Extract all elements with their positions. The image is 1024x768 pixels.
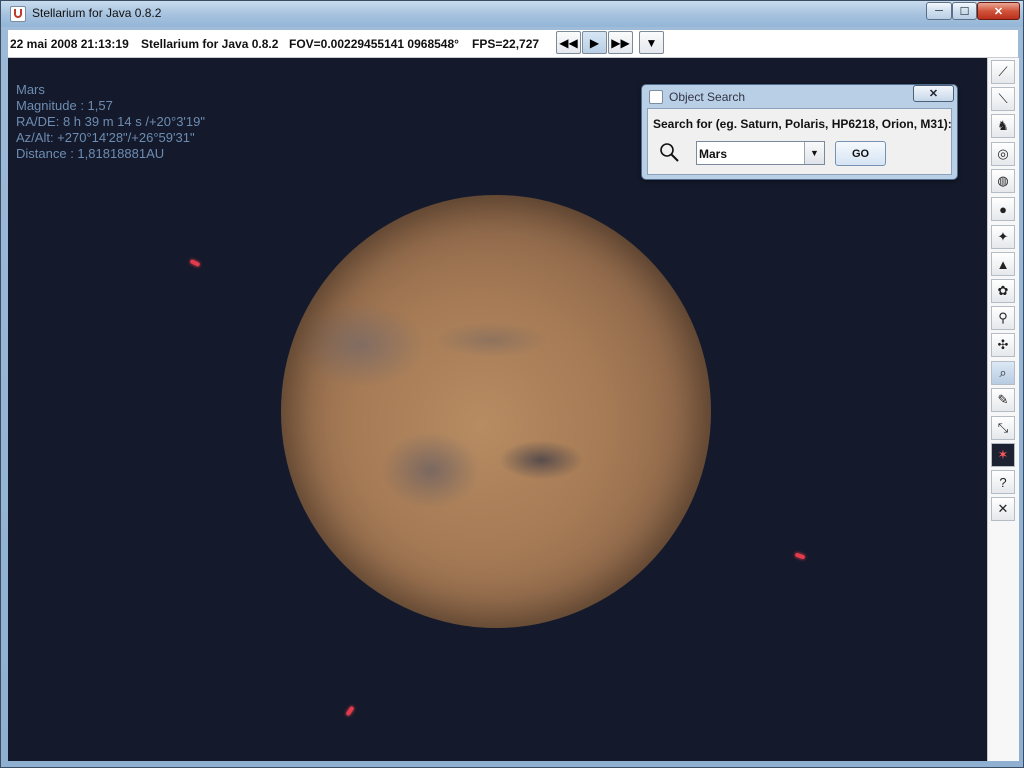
realtime-button[interactable]: ▼ bbox=[639, 31, 664, 54]
time-play-button[interactable]: ▶ bbox=[582, 31, 607, 54]
chevron-down-icon[interactable]: ▼ bbox=[804, 142, 824, 164]
constellation-names-icon[interactable]: ⟍ bbox=[991, 87, 1015, 111]
fullscreen-icon[interactable]: ✣ bbox=[991, 333, 1015, 357]
object-radec: RA/DE: 8 h 39 m 14 s /+20°3'19" bbox=[16, 114, 205, 129]
telescope-icon[interactable]: ⚲ bbox=[991, 306, 1015, 330]
datetime-label: 22 mai 2008 21:13:19 bbox=[10, 37, 129, 51]
config-icon[interactable]: ✎ bbox=[991, 388, 1015, 412]
search-input[interactable]: Mars bbox=[699, 147, 727, 161]
object-search-dialog: Object Search ✕ Search for (eg. Saturn, … bbox=[641, 84, 958, 180]
minimize-button[interactable]: ─ bbox=[926, 2, 952, 20]
help-icon[interactable]: ? bbox=[991, 470, 1015, 494]
status-toolbar: 22 mai 2008 21:13:19 Stellarium for Java… bbox=[8, 30, 1018, 58]
night-mode-icon[interactable]: ✶ bbox=[991, 443, 1015, 467]
window-title: Stellarium for Java 0.8.2 bbox=[32, 6, 162, 20]
ground-icon[interactable]: ● bbox=[991, 197, 1015, 221]
close-button[interactable]: ✕ bbox=[977, 2, 1020, 20]
dialog-title: Object Search bbox=[669, 90, 746, 104]
moon-marker[interactable] bbox=[794, 552, 806, 560]
nebulae-icon[interactable]: ✿ bbox=[991, 279, 1015, 303]
object-azalt: Az/Alt: +270°14'28"/+26°59'31" bbox=[16, 130, 195, 145]
quit-icon[interactable]: ✕ bbox=[991, 497, 1015, 521]
mars-planet[interactable] bbox=[281, 195, 711, 628]
fps-label: FPS=22,727 bbox=[472, 37, 540, 51]
sidebar-toolbar: ⟋ ⟍ ♞ ◎ ◍ ● ✦ ▲ ✿ ⚲ ✣ ⌕ ✎ ⤡ ✶? ✕ bbox=[987, 58, 1019, 761]
java-cup-icon bbox=[649, 90, 663, 104]
object-info: Mars Magnitude : 1,57 RA/DE: 8 h 39 m 14… bbox=[16, 82, 205, 162]
object-magnitude: Magnitude : 1,57 bbox=[16, 98, 113, 113]
search-combobox[interactable]: Mars ▼ bbox=[696, 141, 825, 165]
equatorial-grid-icon[interactable]: ◍ bbox=[991, 169, 1015, 193]
object-distance: Distance : 1,81818881AU bbox=[16, 146, 165, 161]
dialog-body: Search for (eg. Saturn, Polaris, HP6218,… bbox=[647, 108, 952, 175]
maximize-button[interactable]: ☐ bbox=[952, 2, 977, 20]
moon-marker[interactable] bbox=[345, 705, 355, 717]
constellation-lines-icon[interactable]: ⟋ bbox=[991, 60, 1015, 84]
dialog-close-button[interactable]: ✕ bbox=[913, 85, 954, 102]
cardinal-points-icon[interactable]: ✦ bbox=[991, 225, 1015, 249]
dialog-title-bar[interactable]: Object Search ✕ bbox=[642, 85, 957, 108]
object-name: Mars bbox=[16, 82, 45, 97]
magnifier-icon bbox=[660, 143, 679, 162]
title-bar[interactable]: Stellarium for Java 0.8.2 ─ ☐ ✕ bbox=[1, 1, 1023, 27]
go-button[interactable]: GO bbox=[835, 141, 886, 166]
fov-label: FOV=0.00229455141 0968548° bbox=[289, 37, 459, 51]
app-window: Stellarium for Java 0.8.2 ─ ☐ ✕ 22 mai 2… bbox=[0, 0, 1024, 768]
time-forward-button[interactable]: ▶▶ bbox=[608, 31, 633, 54]
search-icon[interactable]: ⌕ bbox=[991, 361, 1015, 385]
java-cup-icon bbox=[10, 6, 26, 22]
search-label: Search for (eg. Saturn, Polaris, HP6218,… bbox=[653, 117, 952, 131]
azimuthal-grid-icon[interactable]: ◎ bbox=[991, 142, 1015, 166]
moon-marker[interactable] bbox=[189, 259, 201, 267]
mount-icon[interactable]: ⤡ bbox=[991, 416, 1015, 440]
app-name-label: Stellarium for Java 0.8.2 bbox=[141, 37, 279, 51]
atmosphere-icon[interactable]: ▲ bbox=[991, 252, 1015, 276]
constellation-art-icon[interactable]: ♞ bbox=[991, 114, 1015, 138]
time-rewind-button[interactable]: ◀◀ bbox=[556, 31, 581, 54]
